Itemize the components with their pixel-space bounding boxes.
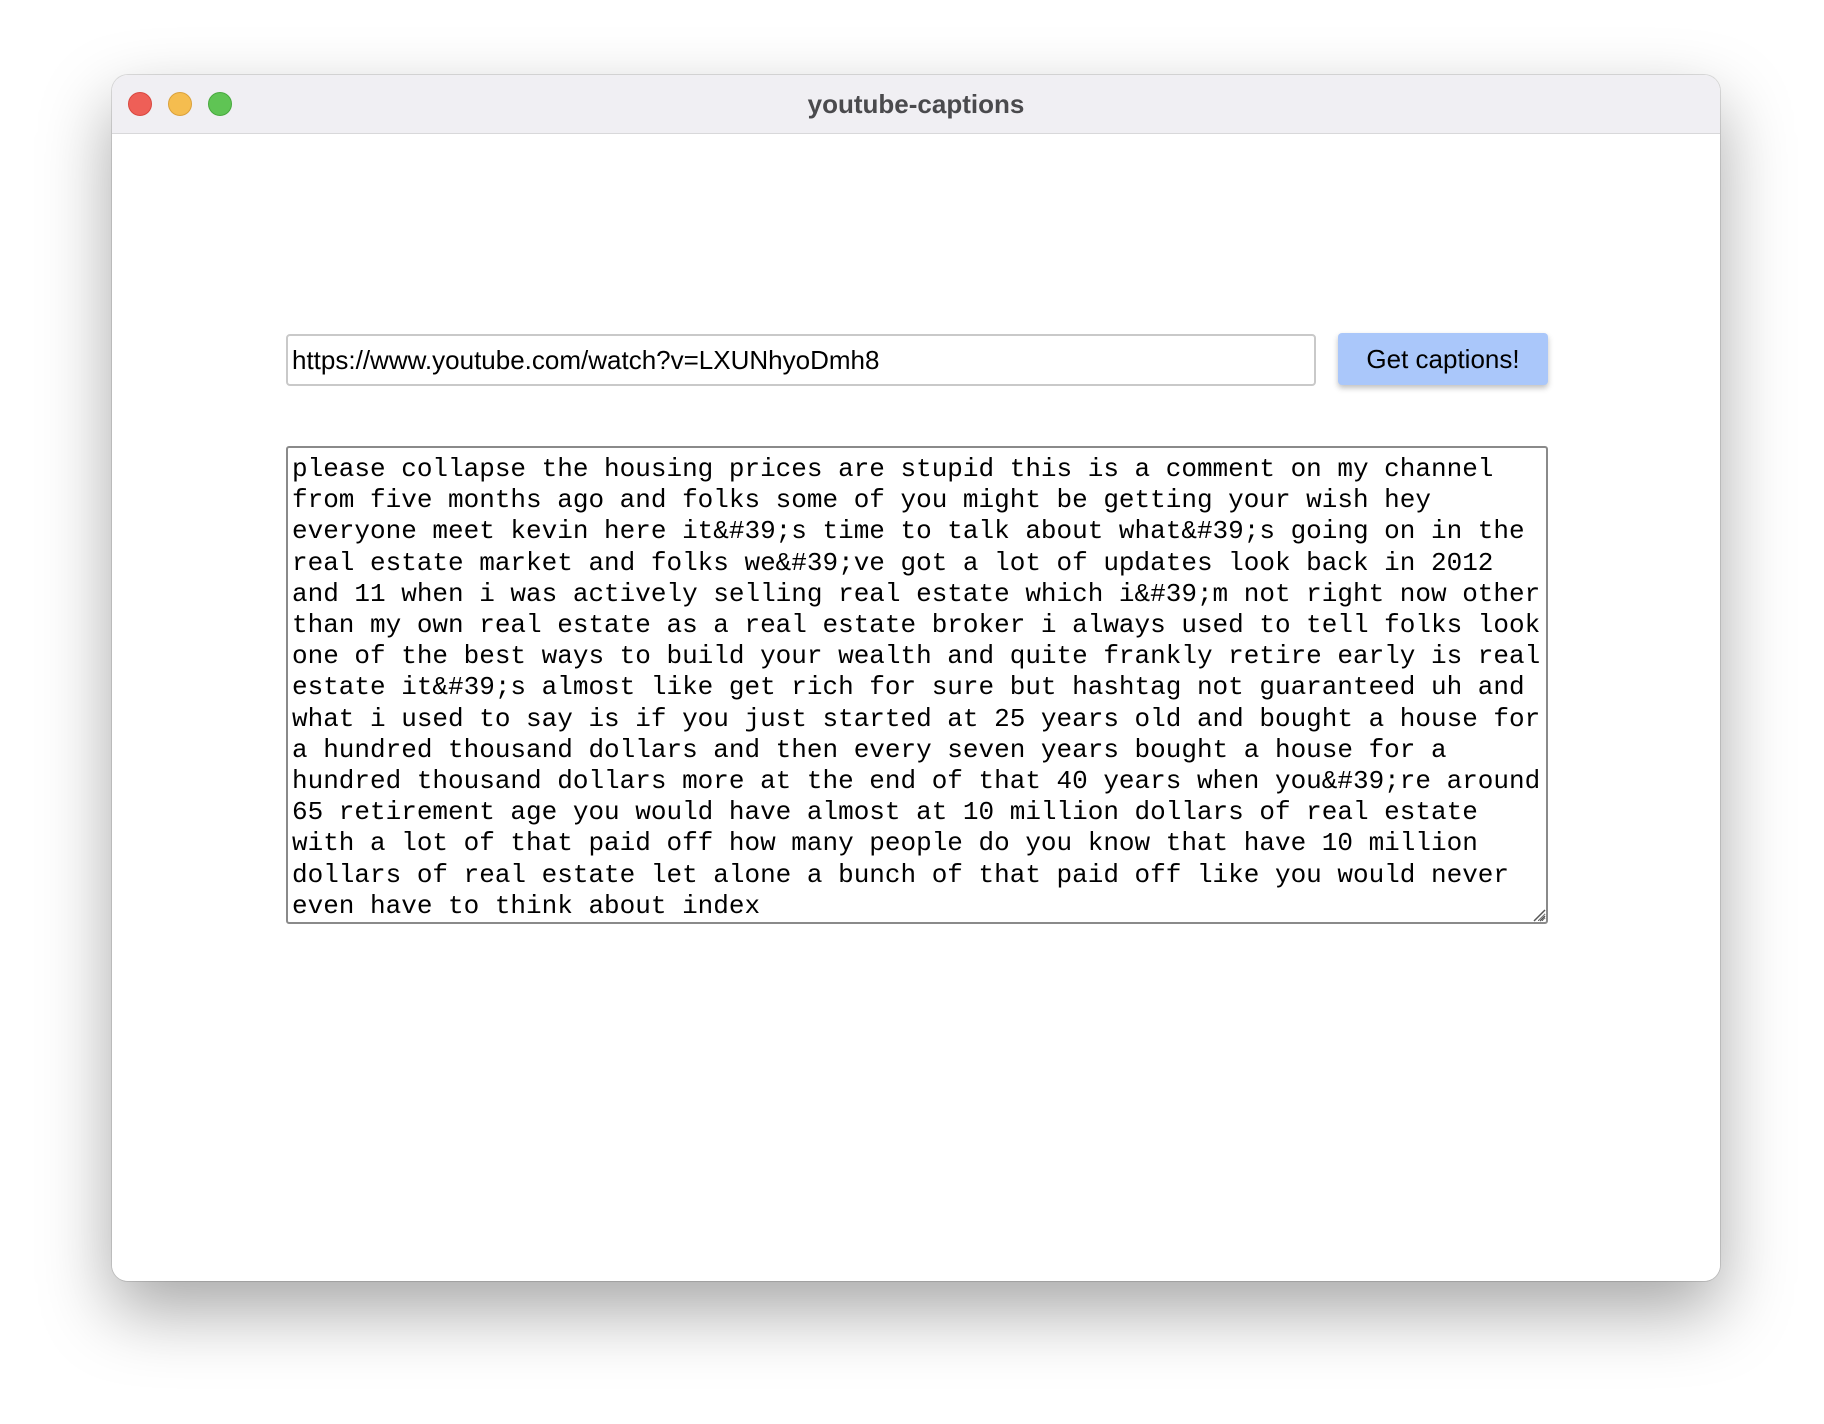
- captions-textarea[interactable]: please collapse the housing prices are s…: [286, 446, 1548, 924]
- app-window: youtube-captions Get captions! please co…: [112, 75, 1720, 1281]
- window-title: youtube-captions: [807, 89, 1025, 119]
- get-captions-button[interactable]: Get captions!: [1338, 333, 1548, 385]
- url-input[interactable]: [286, 334, 1316, 386]
- title-bar[interactable]: youtube-captions: [112, 75, 1720, 134]
- main-content: Get captions! please collapse the housin…: [112, 134, 1720, 1281]
